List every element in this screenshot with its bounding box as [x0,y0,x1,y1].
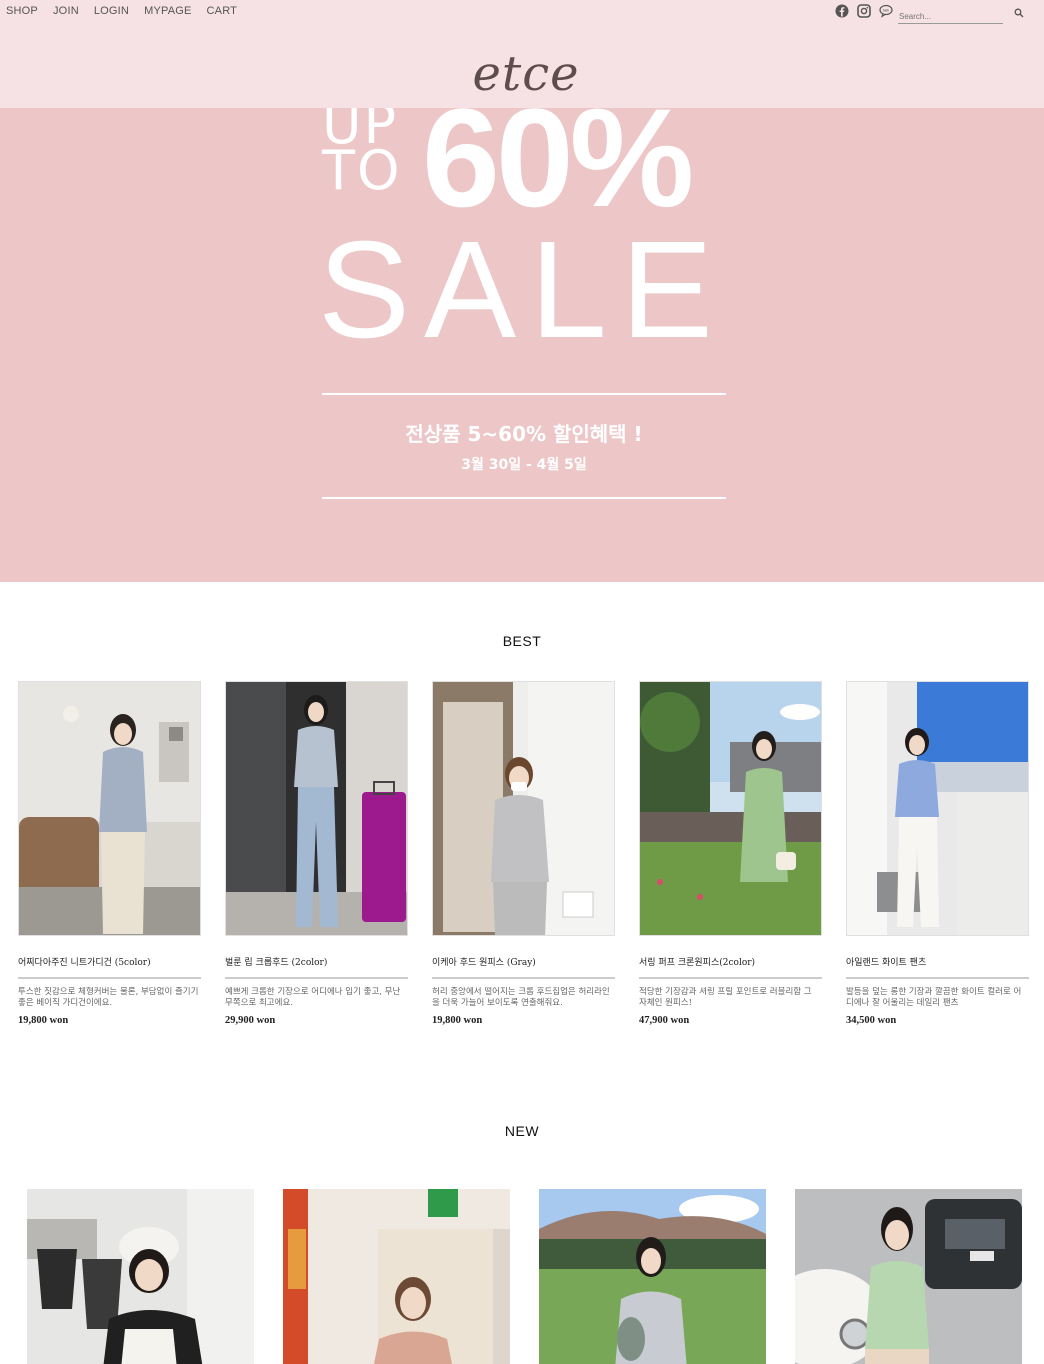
product-divider [225,977,408,979]
product-name[interactable]: 어찌다아주진 니트가디건 (5color) [18,955,201,968]
new-product-image[interactable] [283,1189,510,1364]
social-links: talk [835,4,893,18]
sale-banner[interactable]: UP TO 60% SALE 전상품 5~60% 할인혜택 ! 3월 30일 -… [0,108,1044,582]
hero-divider-top [322,393,726,395]
product-name[interactable]: 이케아 후드 원피스 (Gray) [432,955,615,968]
hero-divider-bottom [322,497,726,499]
product-desc: 투스한 짓감으로 체형커버는 물론, 부담없이 즐기기 좋은 베이직 가디건이에… [18,987,199,1008]
product-image[interactable] [225,681,408,936]
product-desc: 발등을 덮는 롱한 기장과 깔끔한 화이트 컬러로 어디에나 잘 어울리는 데일… [846,987,1022,1008]
brand-logo[interactable]: etce [470,50,582,98]
top-header: SHOP JOIN LOGIN MYPAGE CART talk Search.… [0,0,1044,108]
instagram-icon[interactable] [857,4,871,18]
hero-percent: 60% [422,108,694,236]
product-price: 29,900 won [225,1015,276,1026]
product-name[interactable]: 서링 퍼프 크론원피스(2color) [639,955,822,968]
product-desc: 허리 중앙에서 떨어지는 크롭 후드집업은 허리라인을 더욱 가늘어 보이도록 … [432,987,610,1008]
new-product-image[interactable] [539,1189,766,1364]
product-card[interactable]: 이케아 후드 원피스 (Gray) 허리 중앙에서 떨어지는 크롭 후드집업은 … [432,681,615,1026]
product-name[interactable]: 아일랜드 화이트 팬츠 [846,955,1029,968]
search-icon[interactable] [1014,8,1024,18]
search-box [898,6,1026,24]
nav-shop[interactable]: SHOP [6,5,38,17]
hero-to: TO [322,139,402,202]
product-image[interactable] [846,681,1029,936]
product-image[interactable] [432,681,615,936]
product-divider [846,977,1029,979]
new-section-title: NEW [504,1123,540,1139]
product-card[interactable]: 벌룬 립 크롭후드 (2color) 예쁘게 크롭한 기장으로 어디에나 입기 … [225,681,408,1026]
top-nav: SHOP JOIN LOGIN MYPAGE CART [6,5,237,17]
nav-join[interactable]: JOIN [53,5,79,17]
product-card[interactable]: 어찌다아주진 니트가디건 (5color) 투스한 짓감으로 체형커버는 물론,… [18,681,201,1026]
product-desc: 적당한 기장감과 셔링 프릴 포인트로 러블리함 그 자체인 원피스! [639,987,812,1008]
hero-headline: 전상품 5~60% 할인혜택 ! [405,422,643,446]
search-input[interactable] [898,10,1003,24]
product-image[interactable] [639,681,822,936]
hero-sale: SALE [318,213,727,367]
nav-mypage[interactable]: MYPAGE [144,5,191,17]
facebook-icon[interactable] [835,4,849,18]
nav-login[interactable]: LOGIN [94,5,129,17]
product-divider [639,977,822,979]
product-price: 47,900 won [639,1015,690,1026]
product-divider [432,977,615,979]
product-desc: 예쁘게 크롭한 기장으로 어디에나 입기 좋고, 무난무쪽으로 최고에요. [225,987,401,1008]
product-card[interactable]: 서링 퍼프 크론원피스(2color) 적당한 기장감과 셔링 프릴 포인트로 … [639,681,822,1026]
new-product-image[interactable] [795,1189,1022,1364]
product-price: 34,500 won [846,1015,897,1026]
svg-text:talk: talk [883,8,889,13]
nav-cart[interactable]: CART [207,5,238,17]
best-section-title: BEST [502,633,542,649]
hero-period: 3월 30일 - 4월 5일 [461,457,587,473]
product-card[interactable]: 아일랜드 화이트 팬츠 발등을 덮는 롱한 기장과 깔끔한 화이트 컬러로 어디… [846,681,1029,1026]
product-divider [18,977,201,979]
hero-up-to: UP TO [322,108,408,202]
product-name[interactable]: 벌룬 립 크롭후드 (2color) [225,955,408,968]
product-image[interactable] [18,681,201,936]
talk-icon[interactable]: talk [879,4,893,18]
product-price: 19,800 won [18,1015,69,1026]
new-product-image[interactable] [27,1189,254,1364]
product-price: 19,800 won [432,1015,483,1026]
